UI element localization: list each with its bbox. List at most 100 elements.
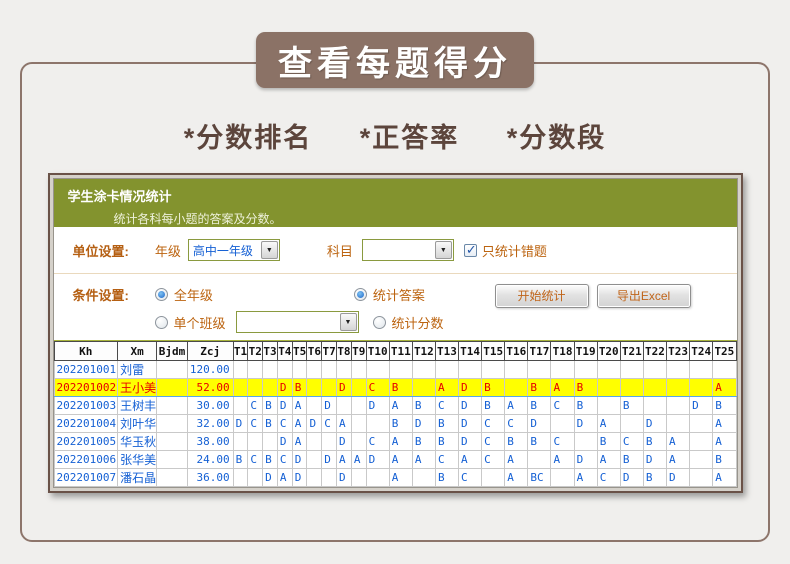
cell-answer (292, 361, 307, 379)
cell-answer: A (574, 469, 597, 487)
cell-answer (307, 361, 322, 379)
chevron-down-icon[interactable]: ▼ (435, 241, 452, 259)
cell-answer (620, 415, 643, 433)
cell-zcj: 36.00 (187, 469, 233, 487)
col-t5: T5 (292, 342, 307, 361)
cell-answer: A (713, 415, 736, 433)
cell-zcj: 120.00 (187, 361, 233, 379)
table-row[interactable]: 202201004刘叶华32.00DCBCADCABDBDCCDDADA (54, 415, 736, 433)
table-row[interactable]: 202201006张华美24.00BCBCDDAADAACACAADABDAB (54, 451, 736, 469)
cell-answer (412, 379, 435, 397)
radio-stat-score[interactable] (373, 316, 386, 329)
grade-dropdown[interactable]: 高中一年级 ▼ (188, 239, 280, 261)
cell-answer (459, 361, 482, 379)
col-t16: T16 (505, 342, 528, 361)
cell-answer: A (713, 379, 736, 397)
cell-answer: A (551, 379, 574, 397)
cell-answer: B (643, 433, 666, 451)
cell-answer: C (248, 415, 263, 433)
cell-answer (307, 433, 322, 451)
table-row[interactable]: 202201002王小美52.00DBDCBADBBABA (54, 379, 736, 397)
radio-single-class[interactable] (155, 316, 168, 329)
cell-answer (690, 361, 713, 379)
col-t12: T12 (412, 342, 435, 361)
cell-answer (351, 379, 366, 397)
start-stats-button[interactable]: 开始统计 (495, 284, 589, 308)
cell-xm: 张华美 (118, 451, 157, 469)
cell-answer: D (366, 397, 389, 415)
cell-answer: D (277, 397, 292, 415)
cell-answer: A (551, 451, 574, 469)
cell-answer (505, 379, 528, 397)
cell-answer: C (459, 469, 482, 487)
cell-answer: A (389, 451, 412, 469)
radio-stat-answer[interactable] (354, 288, 367, 301)
cell-answer: B (435, 433, 458, 451)
cell-answer: D (322, 397, 337, 415)
cell-answer: C (551, 433, 574, 451)
cell-answer (351, 397, 366, 415)
cell-xm: 王小美 (118, 379, 157, 397)
export-excel-button[interactable]: 导出Excel (597, 284, 691, 308)
col-bjdm: Bjdm (157, 342, 188, 361)
cell-answer: C (482, 451, 505, 469)
cell-answer: D (528, 415, 551, 433)
col-t13: T13 (435, 342, 458, 361)
table-row[interactable]: 202201003王树丰30.00CBDADDABCDBABCBBDB (54, 397, 736, 415)
cell-answer: D (277, 433, 292, 451)
table-row[interactable]: 202201001刘雷120.00 (54, 361, 736, 379)
tagline-item: *分数段 (507, 116, 607, 155)
cell-answer: A (292, 433, 307, 451)
col-t15: T15 (482, 342, 505, 361)
chevron-down-icon[interactable]: ▼ (340, 313, 357, 331)
cell-answer: B (713, 397, 736, 415)
cell-xm: 华玉秋 (118, 433, 157, 451)
cell-kh: 202201005 (54, 433, 118, 451)
cell-answer (233, 433, 248, 451)
cell-answer: C (620, 433, 643, 451)
cell-bjdm (157, 469, 188, 487)
cell-answer (233, 361, 248, 379)
only-wrong-checkbox[interactable] (464, 244, 477, 257)
cell-answer (482, 361, 505, 379)
cell-answer: B (643, 469, 666, 487)
cell-answer (690, 415, 713, 433)
col-t11: T11 (389, 342, 412, 361)
cell-answer: B (482, 397, 505, 415)
class-dropdown[interactable]: ▼ (236, 311, 359, 333)
cell-answer: D (337, 433, 352, 451)
dialog-title: 学生涂卡情况统计 (68, 186, 737, 205)
radio-whole-grade[interactable] (155, 288, 168, 301)
cell-answer (337, 361, 352, 379)
cell-answer (620, 379, 643, 397)
table-row[interactable]: 202201005华玉秋38.00DADCABBDCBBCBCBAA (54, 433, 736, 451)
cell-answer: D (574, 451, 597, 469)
col-t18: T18 (551, 342, 574, 361)
whole-grade-label: 全年级 (174, 285, 213, 304)
table-row[interactable]: 202201007潘石晶36.00DADDABCABCACDBDA (54, 469, 736, 487)
cell-answer (277, 361, 292, 379)
cell-answer (482, 469, 505, 487)
cell-answer: B (435, 469, 458, 487)
subject-dropdown[interactable]: ▼ (362, 239, 454, 261)
cell-answer (366, 361, 389, 379)
cell-answer (667, 361, 690, 379)
col-t17: T17 (528, 342, 551, 361)
col-kh: Kh (54, 342, 118, 361)
cell-answer: A (597, 415, 620, 433)
cell-zcj: 38.00 (187, 433, 233, 451)
cell-answer (574, 361, 597, 379)
stat-score-label: 统计分数 (392, 313, 444, 332)
cell-answer: A (389, 397, 412, 415)
cell-answer (337, 397, 352, 415)
chevron-down-icon[interactable]: ▼ (261, 241, 278, 259)
cell-answer: D (263, 469, 278, 487)
cell-answer (643, 397, 666, 415)
cell-answer (667, 415, 690, 433)
cell-kh: 202201004 (54, 415, 118, 433)
cell-answer (551, 469, 574, 487)
cell-answer (307, 469, 322, 487)
cell-answer: D (643, 415, 666, 433)
table-header-row: KhXmBjdmZcjT1T2T3T4T5T6T7T8T9T10T11T12T1… (54, 342, 736, 361)
cell-answer: B (412, 397, 435, 415)
